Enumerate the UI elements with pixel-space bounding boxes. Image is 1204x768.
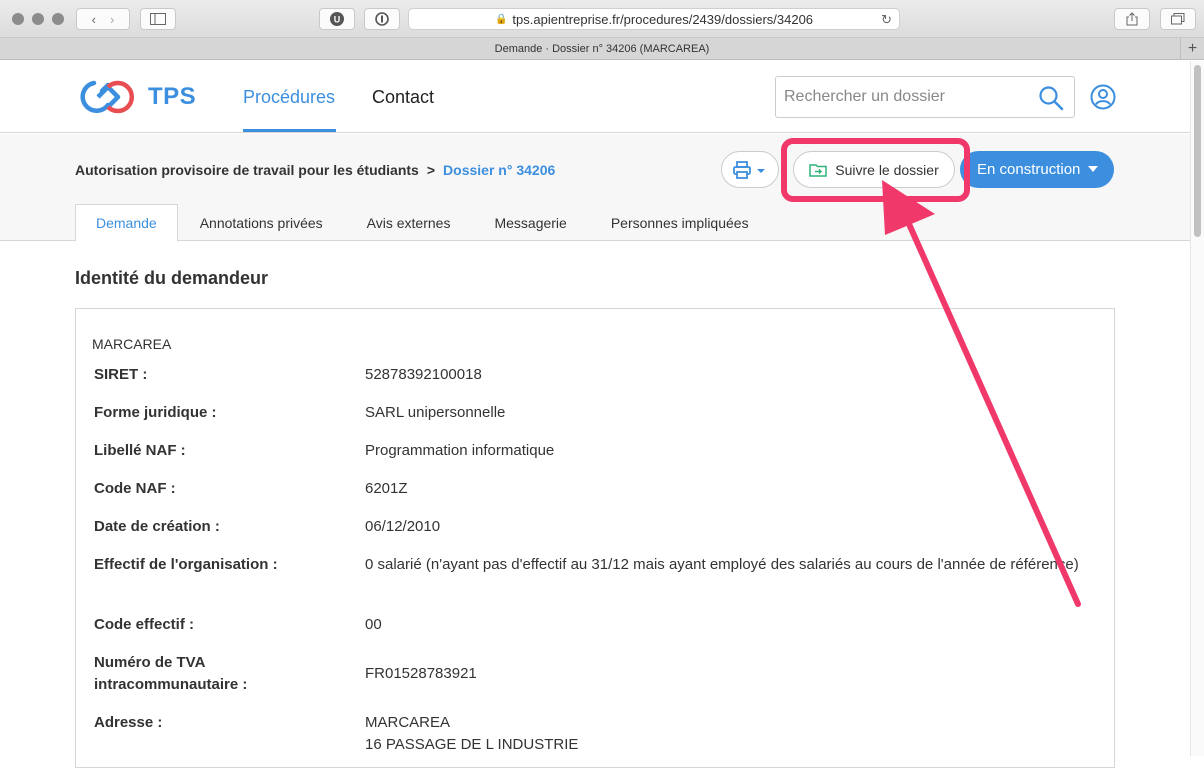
field-value: Programmation informatique (365, 442, 555, 459)
password-manager-icon (375, 12, 389, 26)
svg-text:U: U (334, 15, 341, 25)
search-icon[interactable] (1038, 85, 1064, 111)
new-tab-plus-icon[interactable]: + (1180, 38, 1204, 59)
tps-logo-icon (80, 80, 135, 114)
dossier-subheader: Autorisation provisoire de travail pour … (0, 134, 1190, 242)
breadcrumb-current[interactable]: Dossier n° 34206 (443, 162, 555, 178)
scrollbar-thumb[interactable] (1194, 65, 1201, 237)
printer-icon (733, 160, 765, 179)
field-label: Code effectif : (94, 616, 195, 633)
active-nav-indicator (243, 129, 336, 132)
minimize-window-button[interactable] (32, 13, 44, 25)
breadcrumb: Autorisation provisoire de travail pour … (75, 162, 555, 178)
back-forward-buttons[interactable]: ‹ › (76, 8, 130, 30)
close-window-button[interactable] (12, 13, 24, 25)
field-value: 00 (365, 616, 382, 633)
user-account-icon[interactable] (1090, 84, 1116, 110)
sidebar-icon (150, 13, 166, 25)
status-dropdown-button[interactable]: En construction (960, 151, 1114, 188)
tabs-overview-button[interactable] (1160, 8, 1196, 30)
url-text: tps.apientreprise.fr/procedures/2439/dos… (512, 11, 814, 27)
site-header: TPS Procédures Contact (0, 61, 1190, 133)
browser-toolbar: ‹ › U 🔒 tps.apientreprise.fr/procedures/… (0, 0, 1204, 38)
field-label: Forme juridique : (94, 404, 217, 421)
browser-tab[interactable]: Demande · Dossier n° 34206 (MARCAREA) + (0, 38, 1204, 60)
tab-title: Demande · Dossier n° 34206 (MARCAREA) (494, 42, 710, 55)
tabs-icon (1171, 13, 1185, 25)
nav-procedures[interactable]: Procédures (243, 87, 335, 108)
chevron-left-icon[interactable]: ‹ (92, 12, 96, 27)
section-title: Identité du demandeur (75, 268, 269, 288)
field-value-line2: 16 PASSAGE DE L INDUSTRIE (365, 736, 579, 753)
status-label: En construction (977, 161, 1081, 178)
breadcrumb-procedure-link[interactable]: Autorisation provisoire de travail pour … (75, 162, 419, 178)
chevron-right-icon[interactable]: › (110, 12, 114, 27)
field-label: Adresse : (94, 714, 163, 731)
tab-personnes-impliquees[interactable]: Personnes impliquées (589, 204, 771, 241)
sidebar-toggle-button[interactable] (140, 8, 176, 30)
logo-text: TPS (148, 83, 197, 110)
annotation-highlight-box (781, 138, 970, 202)
identity-card: MARCAREA SIRET : 52878392100018 Forme ju… (75, 308, 1115, 768)
maximize-window-button[interactable] (52, 13, 64, 25)
share-button[interactable] (1114, 8, 1150, 30)
address-bar[interactable]: 🔒 tps.apientreprise.fr/procedures/2439/d… (408, 8, 900, 30)
tab-demande[interactable]: Demande (75, 204, 178, 242)
field-value: FR01528783921 (365, 665, 477, 682)
field-label: Libellé NAF : (94, 442, 186, 459)
breadcrumb-separator: > (426, 162, 436, 178)
search-box (775, 76, 1075, 118)
field-label: Numéro de TVA intracommunautaire : (94, 654, 248, 693)
field-value: 6201Z (365, 480, 408, 497)
tab-annotations-privees[interactable]: Annotations privées (178, 204, 345, 241)
tab-messagerie[interactable]: Messagerie (472, 204, 588, 241)
company-name: MARCAREA (92, 336, 172, 352)
field-label: SIRET : (94, 366, 148, 383)
field-label: Effectif de l'organisation : (94, 556, 278, 573)
lock-icon: 🔒 (494, 13, 508, 25)
search-input[interactable] (784, 86, 1034, 108)
tab-avis-externes[interactable]: Avis externes (345, 204, 473, 241)
caret-down-icon (1088, 166, 1098, 172)
print-button[interactable] (721, 151, 779, 188)
tps-logo[interactable]: TPS (74, 77, 196, 117)
nav-contact[interactable]: Contact (372, 87, 434, 108)
reload-icon[interactable]: ↻ (881, 12, 892, 28)
field-value: SARL unipersonnelle (365, 404, 506, 421)
share-icon (1126, 12, 1138, 26)
extension-u-button[interactable]: U (319, 8, 355, 30)
page-scrollbar[interactable] (1190, 61, 1204, 756)
password-manager-button[interactable] (364, 8, 400, 30)
field-value-line1: MARCAREA (365, 714, 451, 731)
field-label: Date de création : (94, 518, 220, 535)
field-value: 06/12/2010 (365, 518, 441, 535)
extension-u-icon: U (330, 12, 344, 26)
field-label: Code NAF : (94, 480, 176, 497)
field-value: 0 salarié (n'ayant pas d'effectif au 31/… (365, 556, 1079, 573)
field-value: 52878392100018 (365, 366, 482, 383)
dossier-tabs: Demande Annotations privées Avis externe… (75, 204, 771, 242)
